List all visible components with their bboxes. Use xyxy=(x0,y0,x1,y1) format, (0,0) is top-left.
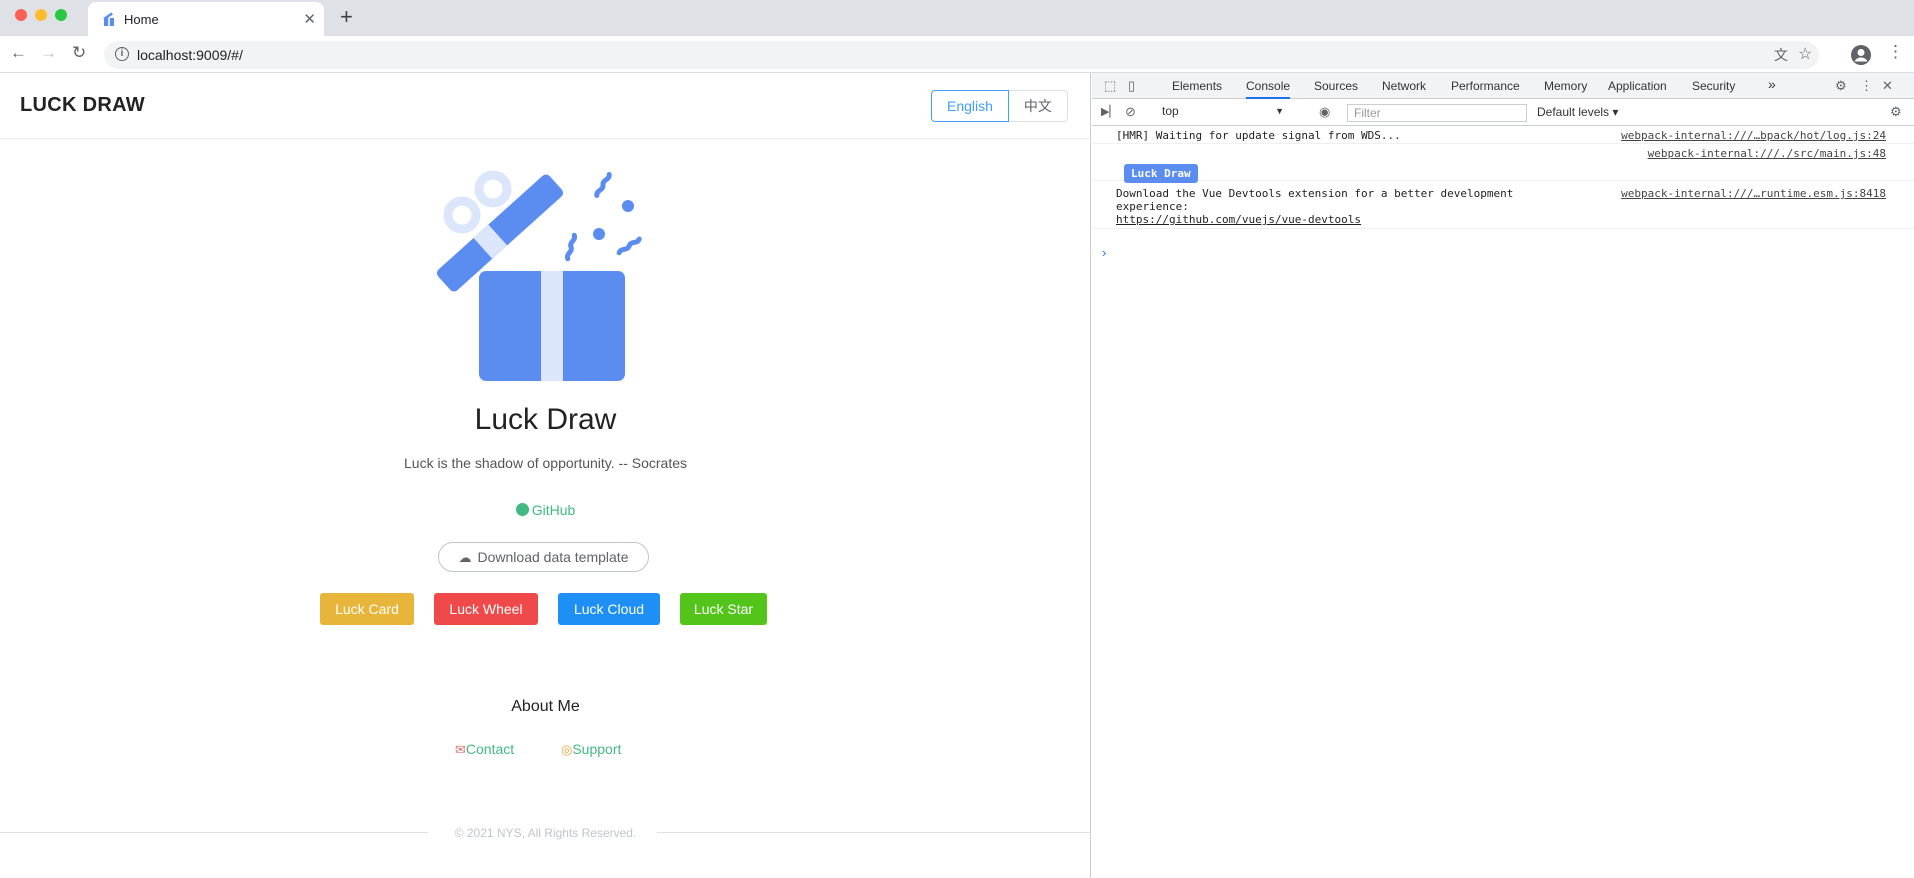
mailbox-icon: ✉ xyxy=(455,742,466,757)
site-logo[interactable]: LUCK DRAW xyxy=(20,94,145,117)
luck-cloud-button[interactable]: Luck Cloud xyxy=(558,593,660,625)
clear-console-icon[interactable]: ⊘ xyxy=(1125,104,1136,120)
settings-gear-icon[interactable]: ⚙ xyxy=(1835,78,1847,94)
lang-chinese-button[interactable]: 中文 xyxy=(1008,90,1068,122)
vue-devtools-link[interactable]: https://github.com/vuejs/vue-devtools xyxy=(1116,213,1361,226)
devtools-tab-application[interactable]: Application xyxy=(1608,79,1667,93)
download-template-label: Download data template xyxy=(477,549,629,565)
download-template-button[interactable]: ☁ Download data template xyxy=(438,542,649,572)
cloud-download-icon: ☁ xyxy=(458,550,472,565)
devtools-menu-icon[interactable]: ⋮ xyxy=(1860,78,1873,94)
github-icon xyxy=(515,503,529,516)
console-message-text: Download the Vue Devtools extension for … xyxy=(1116,187,1514,200)
reload-icon[interactable]: ↻ xyxy=(72,43,86,63)
devtools-tab-security[interactable]: Security xyxy=(1692,79,1735,93)
site-header: LUCK DRAW English 中文 xyxy=(0,73,1091,139)
tab-close-icon[interactable]: ✕ xyxy=(303,10,316,28)
github-link-label: GitHub xyxy=(531,502,576,518)
page-viewport: LUCK DRAW English 中文 Luck Draw Luck is t… xyxy=(0,73,1091,878)
luck-wheel-button[interactable]: Luck Wheel xyxy=(434,593,538,625)
site-info-icon[interactable]: i xyxy=(115,47,129,61)
devtools-more-tabs[interactable]: » xyxy=(1768,76,1776,92)
about-heading: About Me xyxy=(511,698,580,715)
devtools-tab-bar: ⬚ ▯ Elements Console Sources Network Per… xyxy=(1092,73,1914,99)
luck-star-button[interactable]: Luck Star xyxy=(680,593,767,625)
devtools-tab-performance[interactable]: Performance xyxy=(1451,79,1520,93)
browser-tab[interactable]: Home ✕ xyxy=(88,2,324,36)
console-settings-icon[interactable]: ⚙ xyxy=(1890,104,1902,120)
devtools-panel: ⬚ ▯ Elements Console Sources Network Per… xyxy=(1092,73,1914,878)
window-close-button[interactable] xyxy=(15,9,27,21)
context-selector[interactable]: top ▼ xyxy=(1162,104,1290,122)
browser-toolbar: ← → ↻ i localhost:9009/#/ 文 ☆ ⋮ xyxy=(0,36,1914,73)
chevron-down-icon: ▼ xyxy=(1275,106,1284,116)
device-toggle-icon[interactable]: ▯ xyxy=(1128,78,1135,94)
console-source-link[interactable]: webpack-internal:///…runtime.esm.js:8418 xyxy=(1621,187,1886,200)
address-url[interactable]: localhost:9009/#/ xyxy=(137,47,243,63)
console-filter-input[interactable]: Filter xyxy=(1347,104,1527,122)
address-bar[interactable]: i localhost:9009/#/ 文 ☆ xyxy=(104,41,1819,69)
contact-label: Contact xyxy=(465,741,515,757)
support-link[interactable]: ◎Support xyxy=(561,741,621,758)
console-message: webpack-internal:///./src/main.js:48 Luc… xyxy=(1092,144,1914,183)
luck-draw-badge: Luck Draw xyxy=(1124,164,1198,183)
browser-menu-icon[interactable]: ⋮ xyxy=(1887,42,1904,62)
forward-icon[interactable]: → xyxy=(40,43,57,63)
support-label: Support xyxy=(572,741,622,757)
browser-tab-strip: Home ✕ + xyxy=(0,0,1914,36)
devtools-close-icon[interactable]: ✕ xyxy=(1882,78,1893,94)
context-value: top xyxy=(1162,104,1179,118)
console-message-text: experience: xyxy=(1116,200,1189,213)
window-maximize-button[interactable] xyxy=(55,9,67,21)
lollipop-icon: ◎ xyxy=(561,742,573,757)
devtools-tab-console[interactable]: Console xyxy=(1246,79,1291,99)
bookmark-star-icon[interactable]: ☆ xyxy=(1798,44,1812,64)
console-toolbar: ▶▏ ⊘ top ▼ ◉ Filter Default levels ▾ ⚙ xyxy=(1092,100,1914,126)
translate-icon[interactable]: 文 xyxy=(1774,45,1788,65)
footer-copyright: © 2021 NYS, All Rights Reserved. xyxy=(454,826,637,840)
window-minimize-button[interactable] xyxy=(35,9,47,21)
devtools-tab-network[interactable]: Network xyxy=(1382,79,1426,93)
contact-link[interactable]: ✉Contact xyxy=(455,741,514,758)
sidebar-toggle-icon[interactable]: ▶▏ xyxy=(1101,105,1118,118)
tab-title: Home xyxy=(124,12,159,27)
new-tab-button[interactable]: + xyxy=(340,4,353,30)
language-switch: English 中文 xyxy=(931,90,1068,122)
console-message: [HMR] Waiting for update signal from WDS… xyxy=(1092,127,1914,144)
gift-box-illustration xyxy=(436,170,642,381)
back-icon[interactable]: ← xyxy=(10,43,27,63)
devtools-tab-elements[interactable]: Elements xyxy=(1172,79,1222,93)
luck-card-button[interactable]: Luck Card xyxy=(320,593,414,625)
devtools-tab-sources[interactable]: Sources xyxy=(1314,79,1358,93)
console-message: Download the Vue Devtools extension for … xyxy=(1092,185,1914,229)
page-quote: Luck is the shadow of opportunity. -- So… xyxy=(404,455,687,471)
console-message-text: [HMR] Waiting for update signal from WDS… xyxy=(1116,129,1401,142)
console-source-link[interactable]: webpack-internal:///./src/main.js:48 xyxy=(1648,147,1886,160)
page-title: Luck Draw xyxy=(474,403,617,436)
live-expression-eye-icon[interactable]: ◉ xyxy=(1319,104,1330,120)
profile-avatar-icon[interactable] xyxy=(1850,44,1872,66)
github-link[interactable]: GitHub xyxy=(0,502,1091,518)
log-levels-dropdown[interactable]: Default levels ▾ xyxy=(1537,105,1618,119)
lang-english-button[interactable]: English xyxy=(931,90,1009,122)
devtools-tab-memory[interactable]: Memory xyxy=(1544,79,1587,93)
console-source-link[interactable]: webpack-internal:///…bpack/hot/log.js:24 xyxy=(1621,129,1886,142)
gift-favicon-icon xyxy=(103,12,114,26)
inspect-element-icon[interactable]: ⬚ xyxy=(1104,78,1116,94)
console-prompt[interactable]: › xyxy=(1102,245,1106,260)
